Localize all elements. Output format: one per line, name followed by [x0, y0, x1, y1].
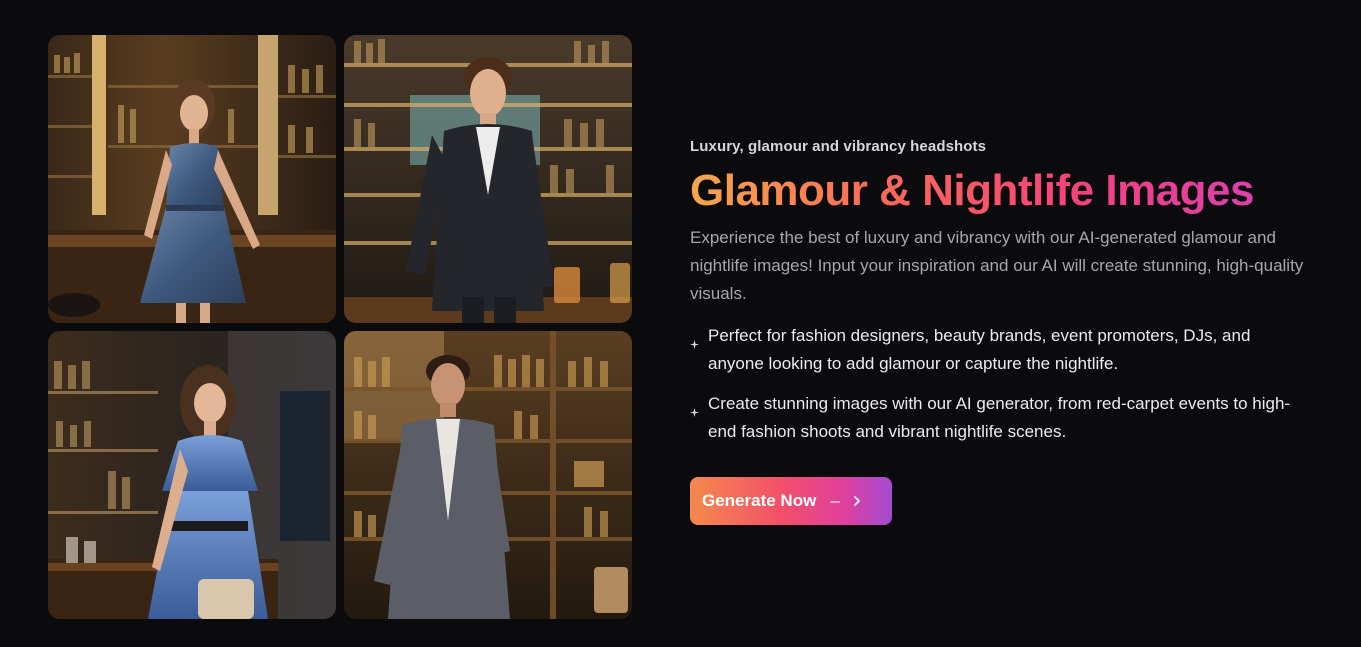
page: Luxury, glamour and vibrancy headshots G…	[0, 0, 1361, 647]
feature-list-item-text: Perfect for fashion designers, beauty br…	[708, 326, 1251, 373]
feature-list-item: Create stunning images with our AI gener…	[690, 390, 1308, 446]
chevron-right-icon	[853, 496, 860, 506]
gallery-image-man-grey-suit	[344, 331, 632, 619]
section-description: Experience the best of luxury and vibran…	[690, 228, 1304, 303]
gallery-image-woman-belted-dress	[48, 331, 336, 619]
feature-list-item: Perfect for fashion designers, beauty br…	[690, 322, 1308, 378]
gallery-image-man-dark-suit	[344, 35, 632, 323]
gallery-image-woman-satin-dress	[48, 35, 336, 323]
generate-now-button[interactable]: Generate Now –	[690, 477, 892, 525]
section-title: Glamour & Nightlife Images	[690, 163, 1320, 219]
feature-list-item-text: Create stunning images with our AI gener…	[708, 394, 1291, 441]
sparkle-icon	[690, 408, 699, 417]
feature-list: Perfect for fashion designers, beauty br…	[690, 322, 1320, 446]
image-gallery	[48, 35, 632, 619]
sparkle-icon	[690, 340, 699, 349]
feature-copy: Luxury, glamour and vibrancy headshots G…	[690, 138, 1320, 525]
generate-now-label: Generate Now	[702, 491, 817, 510]
section-eyebrow: Luxury, glamour and vibrancy headshots	[690, 138, 987, 155]
cta-dash: –	[830, 491, 840, 510]
